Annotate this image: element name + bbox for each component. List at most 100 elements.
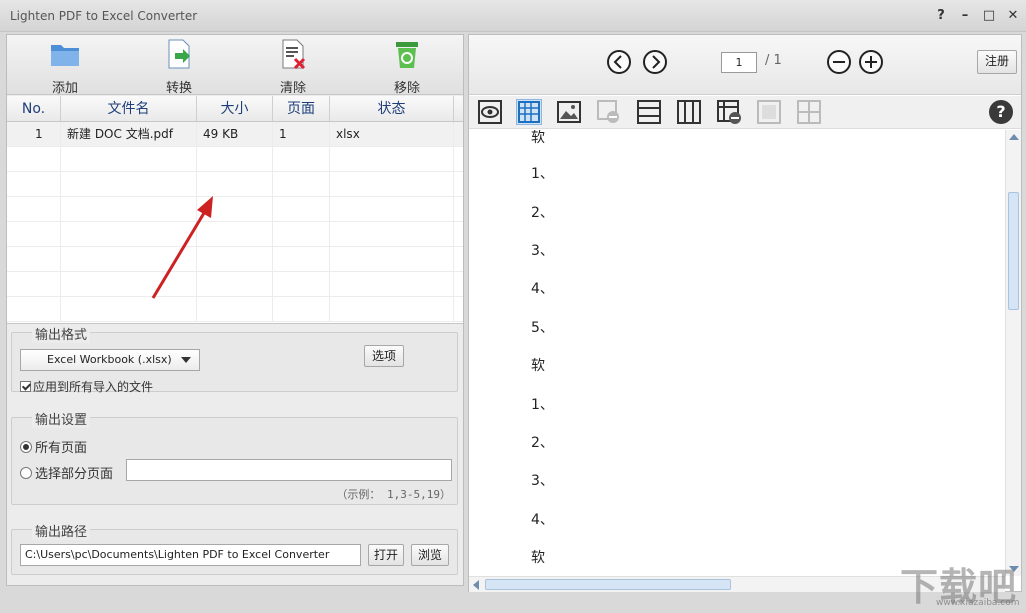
minimize-button[interactable]: – (958, 8, 972, 24)
scroll-left-icon[interactable] (473, 580, 479, 590)
folder-icon (51, 45, 79, 66)
add-label: 添加 (51, 81, 78, 96)
minus-icon (833, 61, 845, 63)
eye-icon (478, 100, 502, 124)
chevron-down-icon (181, 357, 191, 363)
register-button[interactable]: 注册 (977, 50, 1017, 74)
window-controls: ? – □ ✕ (934, 8, 1020, 24)
help-button[interactable]: ? (934, 8, 948, 24)
image-tool[interactable] (556, 99, 582, 125)
row-tool[interactable] (636, 99, 662, 125)
file-table: No. 文件名 大小 页面 状态 1 新建 DOC 文档.pdf 49 KB 1… (7, 96, 463, 324)
preview-nav-bar: 1 / 1 注册 (469, 35, 1021, 95)
clear-label: 清除 (279, 81, 306, 96)
format-select-value: Excel Workbook (.xlsx) (47, 353, 172, 366)
prev-page-button[interactable] (607, 50, 631, 74)
output-settings-title: 输出设置 (32, 409, 91, 428)
output-path-input[interactable]: C:\Users\pc\Documents\Lighten PDF to Exc… (20, 544, 361, 566)
col-header-size[interactable]: 大小 (197, 96, 273, 121)
all-pages-radio[interactable]: 所有页面 (20, 437, 87, 456)
output-path-group: 输出路径 C:\Users\pc\Documents\Lighten PDF t… (11, 521, 458, 575)
doc-line: 软 (531, 358, 545, 374)
table-grid-tool[interactable] (516, 99, 542, 125)
all-pages-label: 所有页面 (35, 441, 88, 456)
grid-icon (518, 101, 540, 123)
window-title: Lighten PDF to Excel Converter (10, 9, 198, 23)
checkbox-checked-icon (20, 381, 31, 392)
empty-row (7, 222, 463, 247)
open-button[interactable]: 打开 (368, 544, 404, 566)
maximize-button[interactable]: □ (982, 8, 996, 24)
doc-line: 4、 (531, 512, 554, 528)
apply-all-checkbox[interactable]: 应用到所有导入的文件 (20, 378, 153, 395)
view-toolbar: ? (469, 96, 1021, 129)
cell-status: xlsx (330, 122, 454, 146)
remove-label: 移除 (393, 81, 420, 96)
some-pages-radio[interactable]: 选择部分页面 (20, 463, 113, 482)
zoom-in-button[interactable] (859, 50, 883, 74)
page-range-input[interactable] (126, 459, 452, 481)
horizontal-scroll-thumb[interactable] (485, 579, 731, 590)
scroll-up-icon[interactable] (1009, 134, 1019, 140)
clear-icon (282, 39, 306, 70)
doc-line: 4、 (531, 281, 554, 297)
title-bar: Lighten PDF to Excel Converter ? – □ ✕ (0, 0, 1026, 32)
next-page-button[interactable] (643, 50, 667, 74)
doc-line: 3、 (531, 473, 554, 489)
empty-row (7, 172, 463, 197)
split-cells-icon (797, 100, 821, 124)
column-tool[interactable] (676, 99, 702, 125)
watermark-url: www.xiazaiba.com (936, 598, 1020, 608)
empty-row (7, 197, 463, 222)
empty-row (7, 247, 463, 272)
output-format-group: 输出格式 Excel Workbook (.xlsx) 选项 应用到所有导入的文… (11, 324, 458, 395)
remove-region-tool[interactable] (596, 99, 622, 125)
radio-selected-icon (20, 440, 32, 453)
image-icon (557, 101, 581, 123)
col-header-pages[interactable]: 页面 (273, 96, 330, 121)
preview-eye-tool[interactable] (477, 99, 503, 125)
some-pages-label: 选择部分页面 (35, 467, 114, 482)
options-button[interactable]: 选项 (364, 345, 404, 367)
help-icon[interactable]: ? (989, 100, 1013, 124)
table-row[interactable]: 1 新建 DOC 文档.pdf 49 KB 1 xlsx (7, 122, 463, 147)
zoom-out-button[interactable] (827, 50, 851, 74)
cell-name: 新建 DOC 文档.pdf (61, 122, 197, 146)
empty-row (7, 147, 463, 172)
add-button[interactable]: 添加 (35, 39, 95, 96)
scroll-down-icon[interactable] (1009, 566, 1019, 572)
empty-row (7, 272, 463, 297)
close-button[interactable]: ✕ (1006, 8, 1020, 24)
delete-table-tool[interactable] (716, 99, 742, 125)
chevron-right-icon (652, 55, 661, 69)
page-total: / 1 (765, 53, 782, 68)
cell-no: 1 (7, 122, 61, 146)
doc-line: 5、 (531, 320, 554, 336)
convert-button[interactable]: 转换 (149, 39, 209, 96)
col-header-no[interactable]: No. (7, 96, 61, 121)
merge-tool[interactable] (756, 99, 782, 125)
format-select[interactable]: Excel Workbook (.xlsx) (20, 349, 200, 371)
doc-line: 1、 (531, 397, 554, 413)
output-settings-group: 输出设置 所有页面 选择部分页面 （示例： 1,3-5,19） (11, 409, 458, 505)
clear-button[interactable]: 清除 (263, 39, 323, 96)
col-header-status[interactable]: 状态 (330, 96, 454, 121)
document-preview: 软 1、 2、 3、 4、 5、 软 1、 2、 3、 4、 软 (469, 130, 1005, 576)
chevron-left-icon (613, 55, 622, 69)
vertical-scroll-thumb[interactable] (1008, 192, 1019, 310)
col-header-name[interactable]: 文件名 (61, 96, 197, 121)
merge-cells-icon (757, 100, 781, 124)
split-tool[interactable] (796, 99, 822, 125)
recycle-bin-icon (396, 42, 418, 68)
page-range-hint: （示例： 1,3-5,19） (336, 488, 451, 501)
doc-line: 2、 (531, 205, 554, 221)
browse-button[interactable]: 浏览 (411, 544, 449, 566)
page-number-input[interactable]: 1 (721, 52, 757, 73)
doc-line: 软 (531, 130, 545, 146)
horizontal-scrollbar[interactable] (469, 576, 1005, 592)
convert-label: 转换 (165, 81, 192, 96)
table-remove-icon (717, 100, 741, 124)
remove-button[interactable]: 移除 (377, 39, 437, 96)
vertical-scrollbar[interactable] (1005, 130, 1021, 576)
cell-pages: 1 (273, 122, 330, 146)
